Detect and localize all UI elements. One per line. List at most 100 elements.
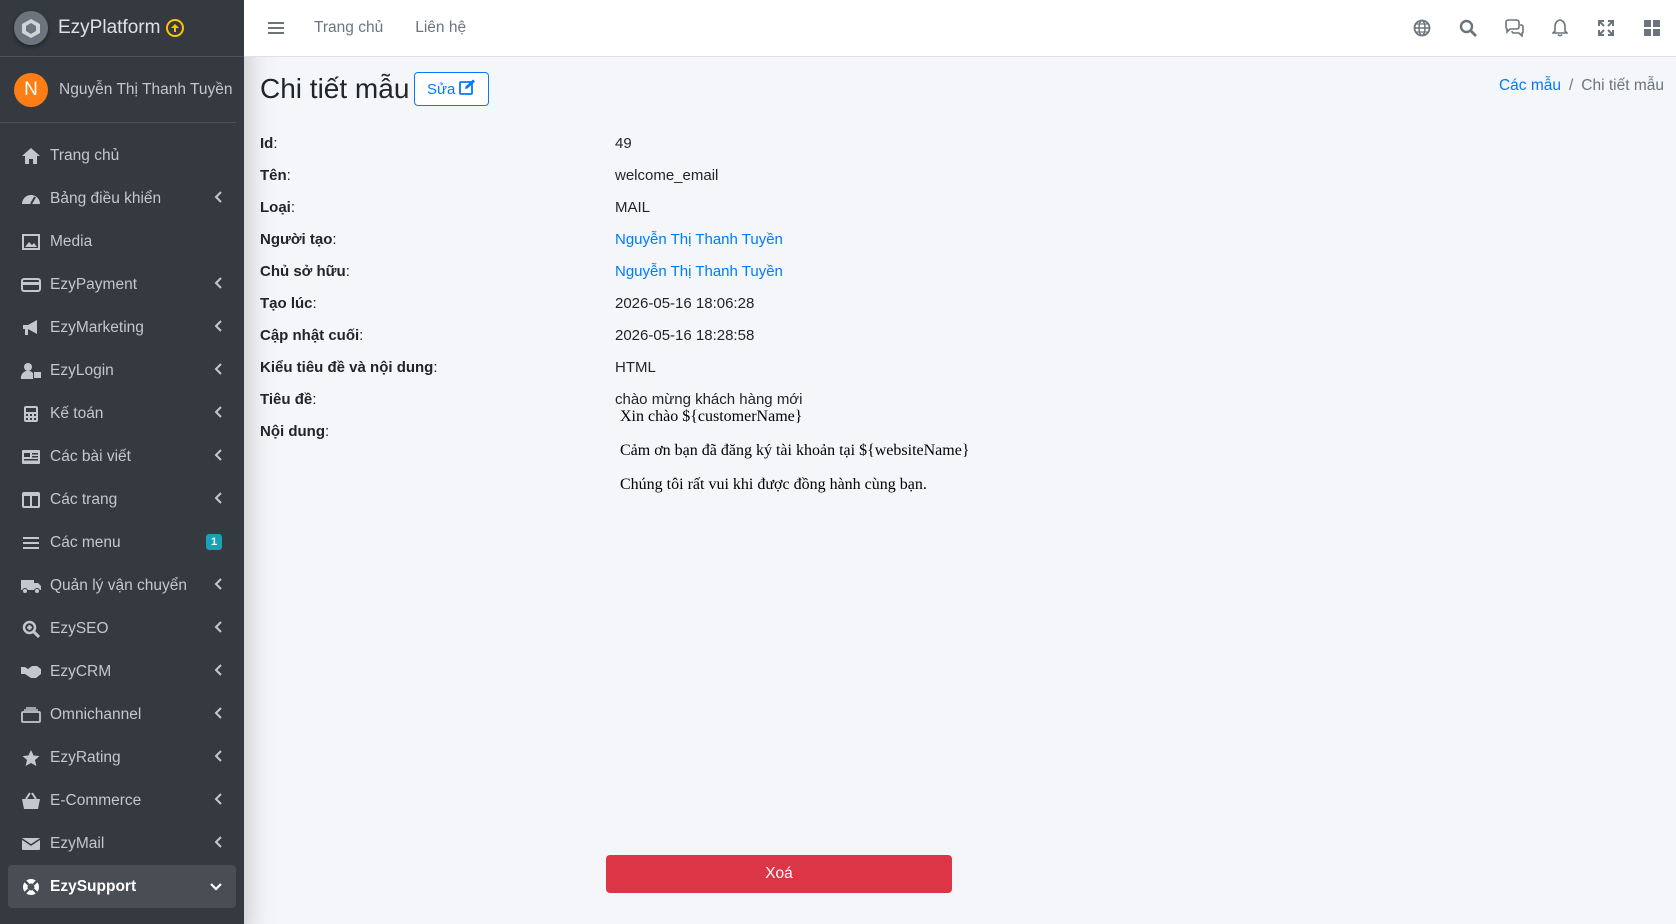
sidebar-item-ezysupport[interactable]: EzySupport: [8, 865, 236, 908]
detail-label-creator: Người tạo:: [260, 230, 337, 248]
detail-value-type: MAIL: [615, 198, 651, 216]
columns-icon: [20, 489, 42, 511]
main-content: Chi tiết mẫu Sửa Các mẫu / Chi tiết mẫu …: [244, 57, 1676, 924]
avatar: N: [14, 72, 48, 107]
basket-icon: [20, 790, 42, 812]
chevron-left-icon: [214, 276, 222, 294]
sidebar-item-e-commerce[interactable]: E-Commerce: [8, 779, 236, 822]
edit-button[interactable]: Sửa: [414, 72, 490, 106]
detail-label-type: Loại:: [260, 198, 296, 216]
sidebar-item-label: Media: [50, 232, 93, 250]
sidebar-item-label: EzyRating: [50, 748, 121, 766]
megaphone-icon: [20, 317, 42, 339]
delete-button[interactable]: Xoá: [606, 855, 952, 893]
search-icon[interactable]: [1458, 18, 1478, 38]
creator-link[interactable]: Nguyễn Thị Thanh Tuyền: [615, 231, 783, 248]
sidebar-item-label: EzySupport: [50, 877, 137, 895]
expand-icon[interactable]: [1596, 18, 1616, 38]
chevron-left-icon: [214, 706, 222, 724]
content-line: Cảm ơn bạn đã đăng ký tài khoản tại ${we…: [620, 442, 970, 459]
detail-row-updated: Cập nhật cuối: 2026-05-16 18:28:58: [260, 319, 1660, 351]
layers-icon: [20, 704, 42, 726]
detail-row-type: Loại: MAIL: [260, 191, 1660, 223]
sidebar-item-ezyseo[interactable]: EzySEO: [8, 607, 236, 650]
edit-icon: [459, 79, 476, 99]
bars-icon: [20, 532, 42, 554]
label-text: Tiêu đề: [260, 390, 313, 408]
user-name: Nguyễn Thị Thanh Tuyền: [59, 80, 233, 98]
label-text: Cập nhật cuối: [260, 326, 360, 344]
chevron-left-icon: [214, 190, 222, 208]
globe-icon[interactable]: [1412, 18, 1432, 38]
sidebar-item-omnichannel[interactable]: Omnichannel: [8, 693, 236, 736]
breadcrumb-current: Chi tiết mẫu: [1581, 77, 1664, 94]
sidebar-item-cac-menu[interactable]: Các menu 1: [8, 521, 236, 564]
edit-button-label: Sửa: [427, 80, 456, 98]
brand-link[interactable]: EzyPlatform: [0, 0, 244, 57]
user-panel[interactable]: N Nguyễn Thị Thanh Tuyền: [0, 57, 236, 123]
chevron-left-icon: [214, 577, 222, 595]
header-link-lien-he[interactable]: Liên hệ: [415, 19, 466, 37]
dashboard-icon: [20, 188, 42, 210]
header-link-trang-chu[interactable]: Trang chủ: [314, 19, 383, 37]
truck-icon: [20, 575, 42, 597]
sidebar-item-ezymarketing[interactable]: EzyMarketing: [8, 306, 236, 349]
lifering-icon: [20, 876, 42, 898]
chevron-left-icon: [214, 663, 222, 681]
sidebar-item-ezyrating[interactable]: EzyRating: [8, 736, 236, 779]
sidebar-item-cac-trang[interactable]: Các trang: [8, 478, 236, 521]
chevron-left-icon: [214, 362, 222, 380]
sidebar: EzyPlatform N Nguyễn Thị Thanh Tuyền Tra…: [0, 0, 244, 924]
sidebar-item-label: EzyLogin: [50, 361, 114, 379]
sidebar-item-label: Trang chủ: [50, 146, 120, 164]
owner-link[interactable]: Nguyễn Thị Thanh Tuyền: [615, 263, 783, 280]
sidebar-item-label: EzySEO: [50, 619, 109, 637]
sidebar-item-quan-ly-van-chuyen[interactable]: Quản lý vận chuyển: [8, 564, 236, 607]
sidebar-item-ke-toan[interactable]: Kế toán: [8, 392, 236, 435]
detail-value-name: welcome_email: [615, 166, 719, 184]
image-icon: [20, 231, 42, 253]
chevron-left-icon: [214, 835, 222, 853]
detail-label-id: Id:: [260, 134, 278, 152]
upgrade-icon[interactable]: [166, 19, 185, 37]
menu-count-badge: 1: [206, 534, 222, 550]
label-text: Nội dung: [260, 422, 325, 440]
sidebar-item-label: EzyPayment: [50, 275, 138, 293]
search-plus-icon: [20, 618, 42, 640]
envelope-icon: [20, 833, 42, 855]
handshake-icon: [20, 661, 42, 683]
detail-row-created: Tạo lúc: 2026-05-16 18:06:28: [260, 287, 1660, 319]
label-text: Tạo lúc: [260, 294, 313, 312]
menu-toggle-icon[interactable]: [268, 19, 286, 37]
chevron-left-icon: [214, 319, 222, 337]
detail-row-id: Id: 49: [260, 127, 1660, 159]
sidebar-nav: Trang chủ Bảng điều khiển Media EzyPayme…: [0, 123, 244, 908]
detail-value-subject: chào mừng khách hàng mới: [615, 390, 803, 408]
chevron-left-icon: [214, 792, 222, 810]
chat-icon[interactable]: [1504, 18, 1524, 38]
star-icon: [20, 747, 42, 769]
sidebar-item-ezylogin[interactable]: EzyLogin: [8, 349, 236, 392]
detail-label-owner: Chủ sở hữu:: [260, 262, 350, 280]
apps-icon[interactable]: [1642, 18, 1662, 38]
sidebar-item-trang-chu[interactable]: Trang chủ: [8, 134, 236, 177]
label-text: Chủ sở hữu: [260, 262, 346, 280]
sidebar-item-cac-bai-viet[interactable]: Các bài viết: [8, 435, 236, 478]
sidebar-item-bang-dieu-khien[interactable]: Bảng điều khiển: [8, 177, 236, 220]
breadcrumb-link-cac-mau[interactable]: Các mẫu: [1499, 77, 1561, 95]
sidebar-item-media[interactable]: Media: [8, 220, 236, 263]
sidebar-item-ezymail[interactable]: EzyMail: [8, 822, 236, 865]
bell-icon[interactable]: [1550, 18, 1570, 38]
sidebar-item-label: Bảng điều khiển: [50, 189, 162, 207]
detail-value-created: 2026-05-16 18:06:28: [615, 294, 755, 312]
detail-row-creator: Người tạo: Nguyễn Thị Thanh Tuyền: [260, 223, 1660, 255]
sidebar-item-ezypayment[interactable]: EzyPayment: [8, 263, 236, 306]
detail-row-format: Kiểu tiêu đề và nội dung: HTML: [260, 351, 1660, 383]
sidebar-item-label: Kế toán: [50, 404, 104, 422]
breadcrumb-separator: /: [1568, 77, 1574, 94]
sidebar-item-ezycrm[interactable]: EzyCRM: [8, 650, 236, 693]
calculator-icon: [20, 403, 42, 425]
content-line: Chúng tôi rất vui khi được đồng hành cùn…: [620, 476, 927, 493]
detail-value-format: HTML: [615, 358, 656, 376]
detail-row-owner: Chủ sở hữu: Nguyễn Thị Thanh Tuyền: [260, 255, 1660, 287]
